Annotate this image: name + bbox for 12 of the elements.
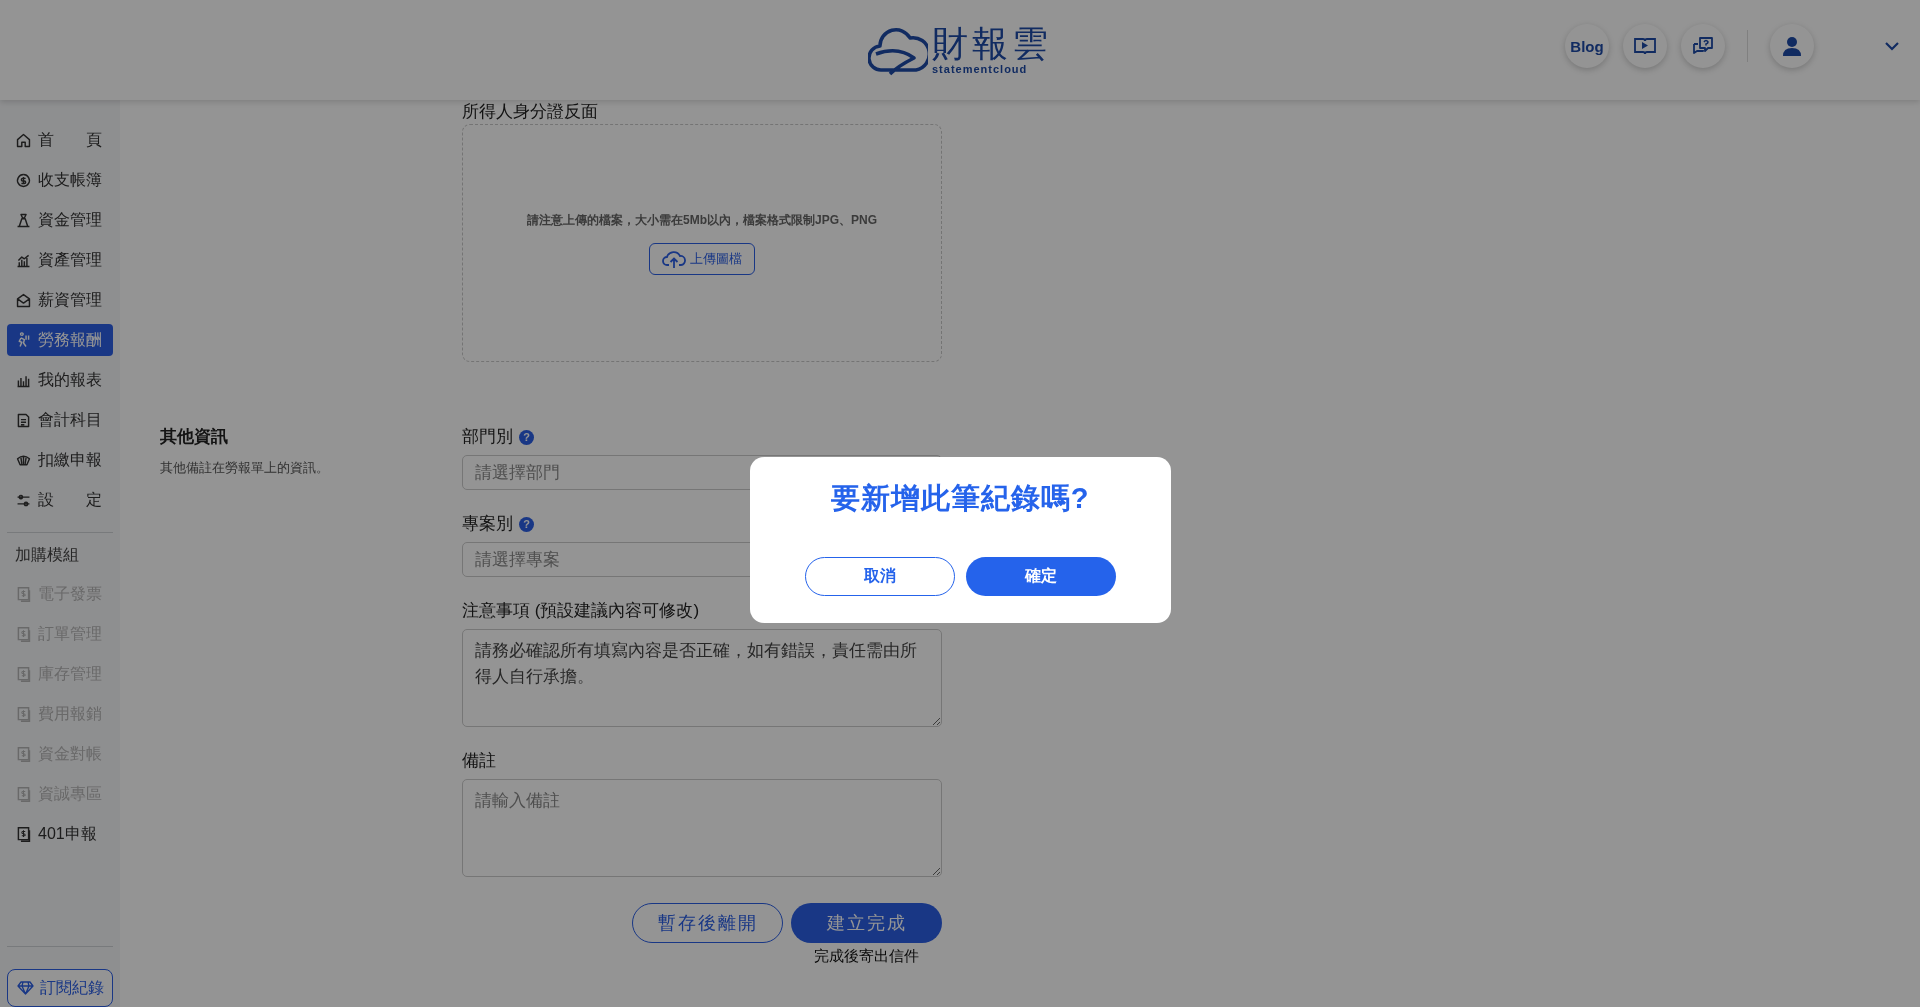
upload-hint: 請注意上傳的檔案，大小需在5Mb以內，檔案格式限制JPG、PNG	[527, 211, 877, 229]
logo-name: 財報雲	[932, 25, 1052, 63]
logo-tagline: statementcloud	[932, 63, 1029, 75]
addons-heading: 加購模組	[14, 545, 80, 565]
section-title: 其他資訊	[160, 426, 229, 448]
section-description: 其他備註在勞報單上的資訊。	[160, 459, 330, 477]
submit-note: 完成後寄出信件	[814, 947, 919, 966]
field-label: 部門別	[462, 426, 513, 448]
field-label: 備註	[462, 750, 496, 772]
field-label: 專案別	[462, 513, 513, 535]
field-label: 注意事項 (預設建議內容可修改)	[462, 600, 700, 622]
field-label: 所得人身分證反面	[462, 101, 599, 123]
